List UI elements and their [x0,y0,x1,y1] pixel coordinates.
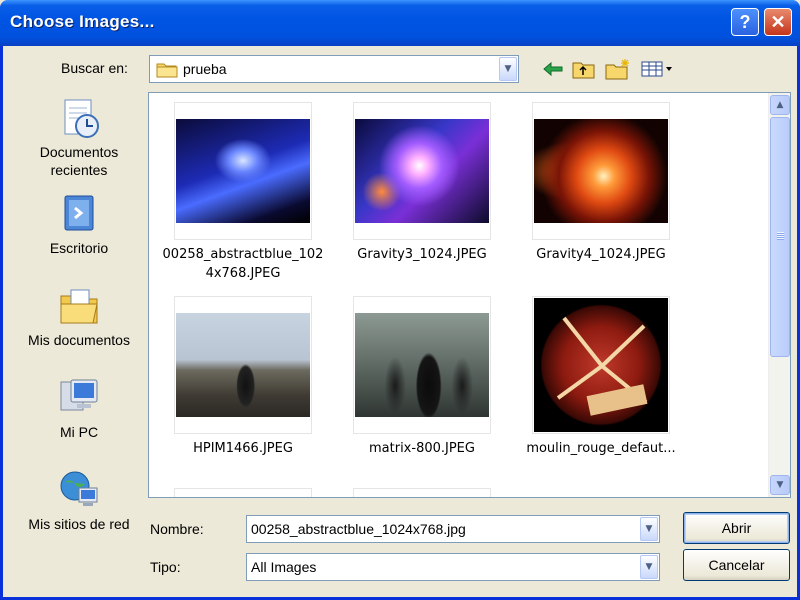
filename-value: 00258_abstractblue_1024x768.jpg [251,521,466,537]
lookin-dropdown[interactable]: prueba ▼ [149,55,519,83]
filename-label: Nombre: [150,521,204,537]
file-name-line: HPIM1466.JPEG [193,441,293,456]
file-name-line: Gravity4_1024.JPEG [536,247,666,262]
lookin-label: Buscar en: [61,60,128,76]
place-my-computer[interactable]: Mi PC [17,376,141,441]
chevron-down-icon[interactable]: ▼ [640,517,658,541]
open-button[interactable]: Abrir [683,512,790,544]
place-recent-documents[interactable]: Documentos recientes [17,96,141,179]
filetype-select[interactable]: All Images ▼ [246,553,660,581]
thumbnail-partial[interactable] [174,488,312,497]
file-name[interactable]: matrix-800.JPEG [334,439,510,458]
place-desktop[interactable]: Escritorio [17,192,141,257]
new-folder-icon[interactable] [605,56,631,82]
thumbnail-matrix[interactable] [353,296,491,434]
chevron-down-icon[interactable]: ▼ [499,57,517,81]
place-label: Documentos recientes [39,144,119,178]
file-name[interactable]: HPIM1466.JPEG [155,439,331,458]
place-label: Mi PC [59,424,99,440]
file-name-line: Gravity3_1024.JPEG [357,247,487,262]
lookin-value: prueba [183,61,227,77]
recent-documents-icon [57,96,101,140]
filetype-value: All Images [251,559,317,575]
file-name[interactable]: Gravity3_1024.JPEG [334,245,510,264]
vertical-scrollbar[interactable]: ▲ ▼ [768,93,790,497]
desktop-icon [57,192,101,236]
thumbnail-partial[interactable] [353,488,491,497]
file-dialog-window: Choose Images... ? ✕ Buscar en: prueba ▼ [0,0,800,600]
thumbnail-image [176,313,310,417]
scroll-down-button[interactable]: ▼ [770,475,790,495]
scroll-up-button[interactable]: ▲ [770,95,790,115]
filetype-label: Tipo: [150,559,181,575]
thumbnail-image [355,313,489,417]
file-name[interactable]: Gravity4_1024.JPEG [513,245,689,264]
window-title: Choose Images... [10,12,155,31]
file-list-pane[interactable]: 00258_abstractblue_102 4x768.JPEG Gravit… [148,92,791,498]
cancel-button[interactable]: Cancelar [683,549,790,581]
title-bar[interactable]: Choose Images... ? ✕ [0,0,800,46]
close-button[interactable]: ✕ [764,8,792,36]
folder-icon [156,61,178,81]
place-label: Mis sitios de red [28,516,130,532]
thumbnail-gravity4[interactable] [532,102,670,240]
thumbnail-gravity3[interactable] [353,102,491,240]
thumbnail-image [534,119,668,223]
my-documents-icon [57,284,101,328]
file-name[interactable]: moulin_rouge_defaut... [513,439,689,458]
file-name-line: 00258_abstractblue_102 [162,247,324,262]
thumbnail-hpim1466[interactable] [174,296,312,434]
help-button[interactable]: ? [731,8,759,36]
thumbnail-image [355,119,489,223]
back-icon[interactable] [540,56,566,82]
grip-icon [777,232,784,240]
scrollbar-thumb[interactable] [770,117,790,357]
place-label: Escritorio [49,240,109,256]
place-label: Mis documentos [28,332,130,348]
view-menu-icon[interactable] [639,56,675,82]
thumbnail-abstractblue[interactable] [174,102,312,240]
thumbnail-moulin-rouge[interactable] [532,296,670,434]
file-name[interactable]: 00258_abstractblue_102 4x768.JPEG [155,245,331,283]
place-my-documents[interactable]: Mis documentos [17,284,141,349]
filename-input[interactable]: 00258_abstractblue_1024x768.jpg ▼ [246,515,660,543]
place-network[interactable]: Mis sitios de red [17,468,141,533]
chevron-down-icon[interactable]: ▼ [640,555,658,579]
thumbnail-image [534,298,668,432]
my-computer-icon [57,376,101,420]
network-places-icon [57,468,101,512]
file-name-line: matrix-800.JPEG [369,441,475,456]
file-name-line: 4x768.JPEG [205,266,281,281]
file-name-line: moulin_rouge_defaut... [526,441,676,456]
up-folder-icon[interactable] [571,56,597,82]
thumbnail-image [176,119,310,223]
